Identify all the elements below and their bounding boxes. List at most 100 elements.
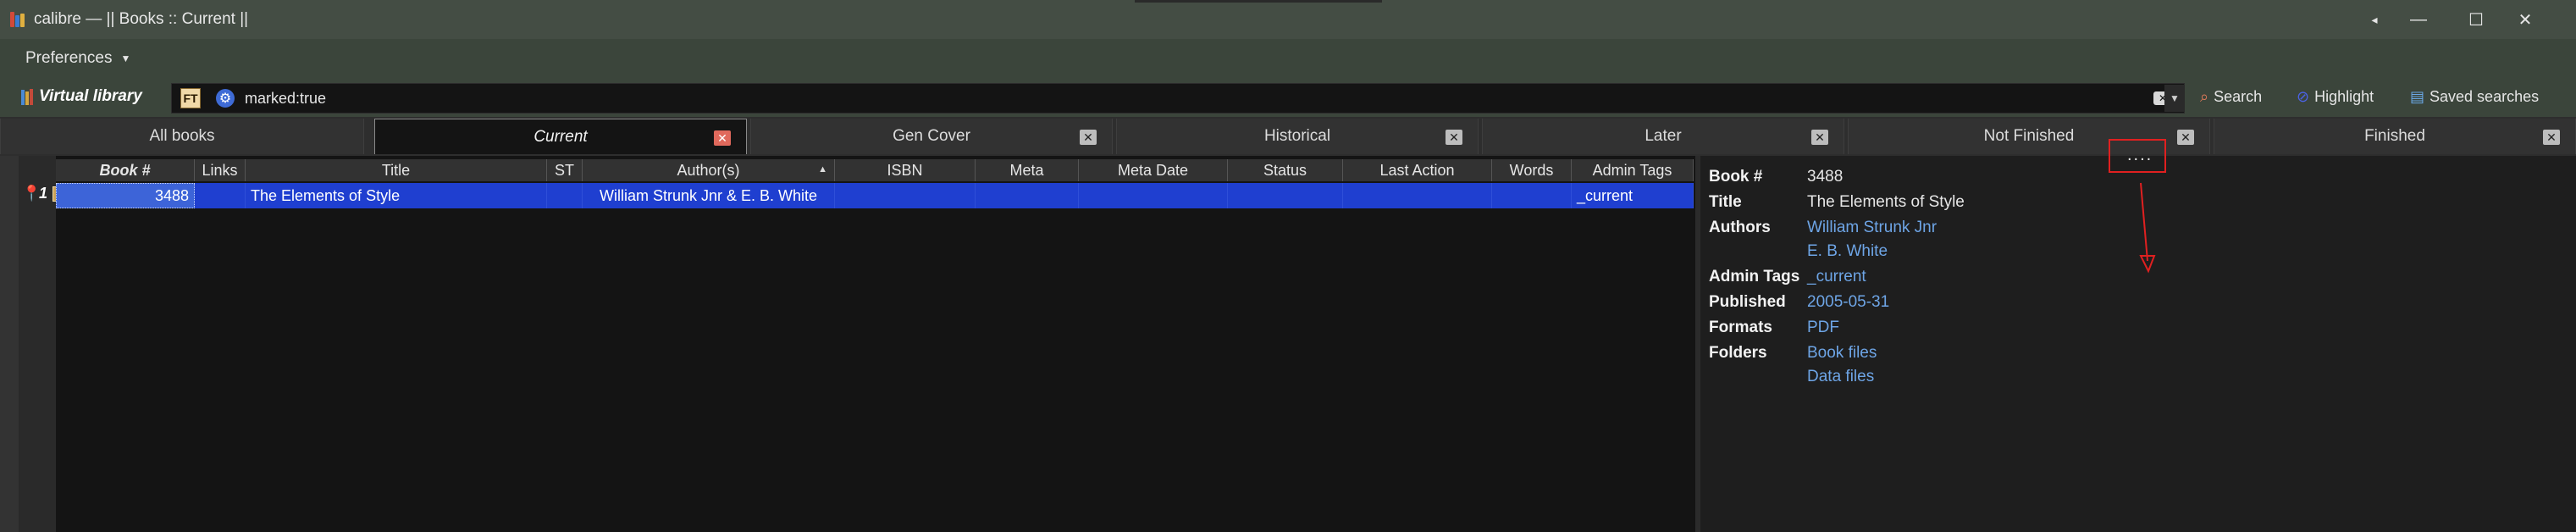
close-tab-icon[interactable]: ✕: [2543, 130, 2560, 145]
detail-value: 3488: [1807, 168, 1844, 186]
close-tab-icon[interactable]: ✕: [1811, 130, 1828, 145]
column-header-meta-date[interactable]: Meta Date: [1079, 159, 1228, 181]
search-query-text[interactable]: marked:true: [245, 90, 326, 108]
tab-gen-cover[interactable]: Gen Cover ✕: [750, 119, 1113, 154]
close-tab-icon[interactable]: ✕: [1446, 130, 1462, 145]
preferences-menu[interactable]: Preferences ▼: [25, 49, 130, 68]
virtual-library-tabs: All books Current ✕ Gen Cover ✕ Historic…: [0, 117, 2576, 156]
close-window-button[interactable]: ✕: [2501, 0, 2549, 39]
column-header-title[interactable]: Title: [246, 159, 547, 181]
detail-published: Published 2005-05-31: [1709, 293, 1889, 312]
maximize-button[interactable]: ☐: [2452, 0, 2500, 39]
column-header-meta[interactable]: Meta: [976, 159, 1079, 181]
folder-link[interactable]: Data files: [1807, 368, 1874, 386]
tab-later[interactable]: Later ✕: [1482, 119, 1844, 154]
detail-label: Formats: [1709, 319, 1772, 336]
column-header-last-action[interactable]: Last Action: [1343, 159, 1492, 181]
search-icon: ⌕: [2200, 88, 2209, 105]
search-history-dropdown[interactable]: ▼: [2164, 85, 2185, 112]
column-header-st[interactable]: ST: [547, 159, 583, 181]
row-number-column: [19, 156, 56, 532]
search-toolbar: Virtual library FT ⚙ marked:true ✕ ▼ ⌕ S…: [0, 80, 2576, 117]
column-header-isbn[interactable]: ISBN: [835, 159, 976, 181]
cell-meta-date[interactable]: [1079, 183, 1228, 208]
cell-links[interactable]: [195, 183, 246, 208]
cell-st[interactable]: [547, 183, 583, 208]
search-button[interactable]: ⌕ Search: [2200, 88, 2262, 106]
cell-book-num[interactable]: 3488: [56, 183, 195, 208]
annotation-arrow: [2139, 182, 2156, 274]
marked-pin-icon: 📍: [22, 185, 41, 202]
folder-search-icon: ▤: [2410, 88, 2425, 105]
left-gutter: [0, 156, 19, 532]
cell-meta[interactable]: [976, 183, 1079, 208]
calibre-app-icon: [8, 10, 27, 29]
saved-searches-label: Saved searches: [2430, 88, 2540, 105]
window-title: calibre — || Books :: Current ||: [34, 10, 249, 28]
table-row[interactable]: 3488 The Elements of Style William Strun…: [56, 183, 1694, 208]
virtual-library-button[interactable]: Virtual library: [20, 87, 142, 106]
column-header-links[interactable]: Links: [195, 159, 246, 181]
tab-label: All books: [149, 127, 215, 145]
splitter-handle[interactable]: ....: [2127, 146, 2153, 165]
tab-all-books[interactable]: All books: [0, 119, 364, 154]
column-header-authors[interactable]: Author(s) ▲: [583, 159, 835, 181]
close-tab-icon[interactable]: ✕: [1080, 130, 1097, 145]
detail-folders: Folders Book files: [1709, 344, 1877, 363]
search-button-label: Search: [2214, 88, 2263, 105]
detail-formats: Formats PDF: [1709, 319, 1839, 337]
column-header-status[interactable]: Status: [1228, 159, 1343, 181]
column-header-words[interactable]: Words: [1492, 159, 1572, 181]
admin-tag-link[interactable]: _current: [1807, 268, 1866, 286]
detail-label: Book #: [1709, 168, 1763, 186]
cell-admin-tags[interactable]: _current: [1572, 183, 1694, 208]
chevron-down-icon: ▼: [120, 52, 131, 64]
title-bar: calibre — || Books :: Current || ◂ — ☐ ✕: [0, 0, 2576, 39]
cell-words[interactable]: [1492, 183, 1572, 208]
gear-icon[interactable]: ⚙: [216, 89, 235, 108]
format-link[interactable]: PDF: [1807, 319, 1839, 337]
full-text-search-icon[interactable]: FT: [180, 88, 201, 108]
top-indicator: [1135, 0, 1382, 3]
cell-last-action[interactable]: [1343, 183, 1492, 208]
minimize-button[interactable]: —: [2395, 0, 2442, 39]
tab-current[interactable]: Current ✕: [374, 119, 747, 154]
cell-isbn[interactable]: [835, 183, 976, 208]
row-number: 1: [39, 185, 48, 202]
column-header-book-num[interactable]: Book #: [56, 159, 195, 181]
tab-label: Finished: [2364, 127, 2425, 145]
book-list-table[interactable]: [0, 156, 1695, 532]
detail-book-num: Book # 3488: [1709, 168, 1843, 186]
author-link[interactable]: E. B. White: [1807, 242, 1888, 261]
tab-historical[interactable]: Historical ✕: [1116, 119, 1479, 154]
detail-admin-tags: Admin Tags _current: [1709, 268, 1866, 286]
collapse-icon[interactable]: ◂: [2351, 0, 2398, 39]
search-input[interactable]: FT ⚙ marked:true ✕: [171, 83, 2185, 114]
cell-authors[interactable]: William Strunk Jnr & E. B. White: [583, 183, 835, 208]
tab-finished[interactable]: Finished ✕: [2214, 119, 2576, 154]
detail-title: Title The Elements of Style: [1709, 193, 1965, 212]
folder-link[interactable]: Book files: [1807, 344, 1877, 363]
tab-label: Historical: [1263, 127, 1331, 145]
saved-searches-button[interactable]: ▤ Saved searches: [2410, 88, 2539, 106]
author-link[interactable]: William Strunk Jnr: [1807, 219, 1937, 237]
preferences-label: Preferences: [25, 49, 113, 67]
cell-status[interactable]: [1228, 183, 1343, 208]
detail-authors: Authors William Strunk Jnr: [1709, 219, 1937, 237]
books-icon: [20, 88, 34, 105]
cell-title[interactable]: The Elements of Style: [246, 183, 547, 208]
close-tab-icon[interactable]: ✕: [714, 130, 731, 146]
column-header-admin-tags[interactable]: Admin Tags: [1572, 159, 1694, 181]
detail-label: Admin Tags: [1709, 268, 1800, 285]
tab-label: Not Finished: [1983, 127, 2075, 145]
detail-label: Folders: [1709, 344, 1767, 362]
highlight-icon: ⊘: [2297, 88, 2310, 105]
published-link[interactable]: 2005-05-31: [1807, 293, 1889, 312]
table-header: Book # Links Title ST Author(s) ▲ ISBN M…: [56, 159, 1694, 181]
close-tab-icon[interactable]: ✕: [2177, 130, 2194, 145]
detail-label: Title: [1709, 193, 1742, 211]
calibre-window: calibre — || Books :: Current || ◂ — ☐ ✕…: [0, 0, 2576, 532]
column-label: Author(s): [677, 161, 740, 179]
highlight-button[interactable]: ⊘ Highlight: [2297, 88, 2374, 106]
detail-label: Authors: [1709, 219, 1771, 236]
